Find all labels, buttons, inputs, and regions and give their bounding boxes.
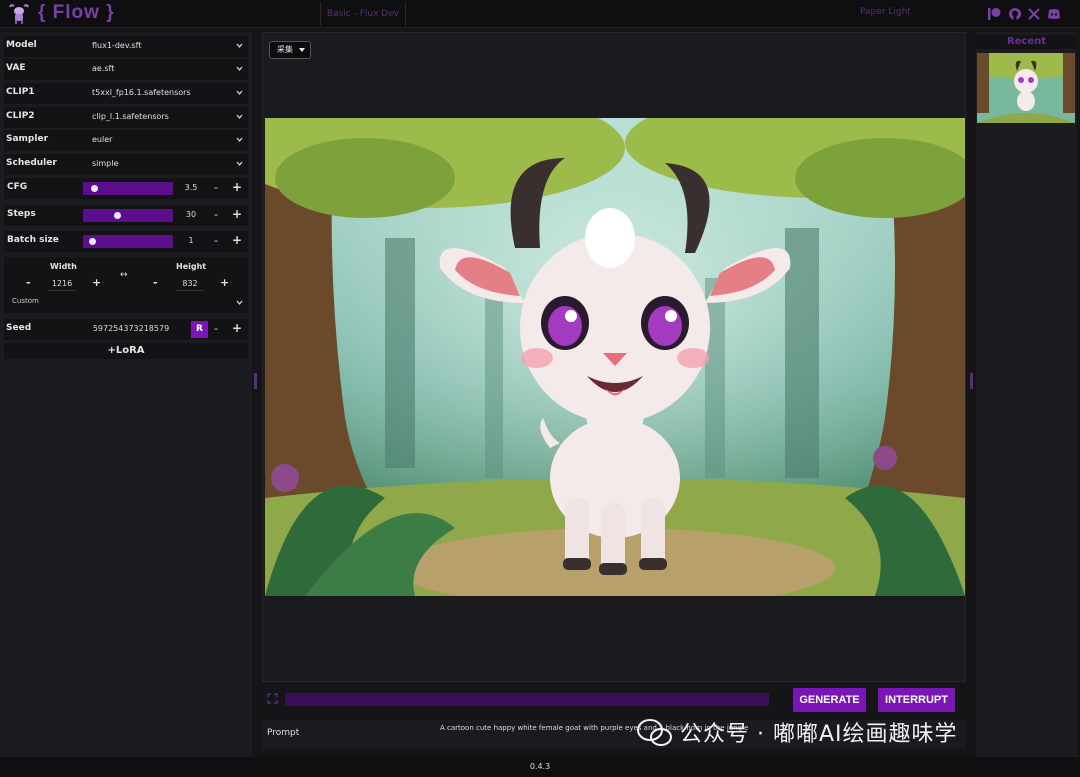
cfg-label: CFG xyxy=(7,182,28,192)
chevron-down-icon xyxy=(236,300,243,305)
steps-increment-button[interactable]: + xyxy=(232,207,242,221)
clip1-label: CLIP1 xyxy=(6,87,35,97)
x-icon[interactable] xyxy=(1027,7,1041,21)
model-select[interactable]: Model flux1-dev.sft xyxy=(4,36,248,57)
app-window: { Flow } Basic - Flux Dev Paper Light Mo… xyxy=(0,0,1080,777)
steps-decrement-button[interactable]: - xyxy=(214,208,218,221)
main-canvas: 采集 xyxy=(262,32,966,682)
patreon-icon[interactable] xyxy=(987,7,1001,21)
steps-slider[interactable] xyxy=(83,209,173,222)
cfg-slider-knob[interactable] xyxy=(91,185,99,192)
wechat-icon xyxy=(637,719,672,746)
recent-panel: Recent xyxy=(976,32,1077,757)
batch-label: Batch size xyxy=(7,235,59,245)
batch-increment-button[interactable]: + xyxy=(232,233,242,247)
dimensions-box: Width Height - 1216 + ↔ - 832 + Custom xyxy=(4,257,248,313)
recent-thumbnail[interactable] xyxy=(977,53,1075,123)
clip2-label: CLIP2 xyxy=(6,111,35,121)
prompt-label: Prompt xyxy=(267,728,300,738)
chevron-down-icon xyxy=(236,114,243,119)
sampler-value: euler xyxy=(92,135,113,144)
size-preset-select[interactable]: Custom xyxy=(12,297,39,305)
batch-row: Batch size 1 - + xyxy=(4,231,248,252)
model-label: Model xyxy=(6,40,37,50)
chevron-down-icon xyxy=(236,90,243,95)
height-increment-button[interactable]: + xyxy=(220,276,229,289)
footer: 0.4.3 xyxy=(0,757,1080,777)
cfg-row: CFG 3.5 - + xyxy=(4,178,248,199)
seed-input[interactable]: 597254373218579 xyxy=(76,324,186,333)
batch-slider-knob[interactable] xyxy=(88,238,96,245)
scheduler-label: Scheduler xyxy=(6,158,57,168)
chevron-down-icon xyxy=(236,43,243,48)
steps-value[interactable]: 30 xyxy=(174,210,208,219)
clip1-select[interactable]: CLIP1 t5xxl_fp16.1.safetensors xyxy=(4,83,248,104)
seed-increment-button[interactable]: + xyxy=(232,321,242,335)
workflow-dropdown[interactable]: 采集 xyxy=(269,41,311,59)
settings-panel: Model flux1-dev.sft VAE ae.sft CLIP1 t5x… xyxy=(0,32,252,757)
sampler-label: Sampler xyxy=(6,134,49,144)
batch-slider[interactable] xyxy=(83,235,173,248)
steps-label: Steps xyxy=(7,209,36,219)
chevron-down-icon xyxy=(236,161,243,166)
goat-logo-icon xyxy=(9,4,29,24)
height-decrement-button[interactable]: - xyxy=(153,276,158,289)
scheduler-select[interactable]: Scheduler simple xyxy=(4,154,248,175)
vae-label: VAE xyxy=(6,63,26,73)
steps-slider-knob[interactable] xyxy=(114,212,122,219)
fullscreen-icon[interactable] xyxy=(267,693,278,704)
height-label: Height xyxy=(176,262,207,271)
clip2-select[interactable]: CLIP2 clip_l.1.safetensors xyxy=(4,107,248,128)
theme-toggle[interactable]: Paper Light xyxy=(860,7,911,17)
height-input[interactable]: 832 xyxy=(176,279,204,291)
version-label: 0.4.3 xyxy=(529,762,551,771)
sampler-select[interactable]: Sampler euler xyxy=(4,130,248,151)
clip2-value: clip_l.1.safetensors xyxy=(92,112,169,121)
model-value: flux1-dev.sft xyxy=(92,41,142,50)
scheduler-value: simple xyxy=(92,159,119,168)
random-seed-button[interactable]: R xyxy=(191,321,208,338)
top-bar: { Flow } Basic - Flux Dev Paper Light xyxy=(0,0,1080,28)
swap-dimensions-icon[interactable]: ↔ xyxy=(120,270,128,280)
steps-row: Steps 30 - + xyxy=(4,205,248,226)
cfg-increment-button[interactable]: + xyxy=(232,180,242,194)
generated-image-preview[interactable] xyxy=(265,118,965,596)
left-resize-handle[interactable] xyxy=(254,373,257,389)
chevron-down-icon xyxy=(236,66,243,71)
generate-button[interactable]: GENERATE xyxy=(793,688,866,712)
discord-icon[interactable] xyxy=(1047,7,1061,21)
workflow-tab[interactable]: Basic - Flux Dev xyxy=(320,2,406,26)
width-input[interactable]: 1216 xyxy=(48,279,76,291)
workflow-dropdown-label: 采集 xyxy=(277,45,293,54)
cfg-value[interactable]: 3.5 xyxy=(174,183,208,192)
seed-decrement-button[interactable]: - xyxy=(214,322,218,335)
width-decrement-button[interactable]: - xyxy=(26,276,31,289)
progress-bar xyxy=(285,693,769,706)
app-logo-text: { Flow } xyxy=(38,2,115,23)
vae-select[interactable]: VAE ae.sft xyxy=(4,59,248,80)
width-label: Width xyxy=(50,262,77,271)
batch-value[interactable]: 1 xyxy=(174,236,208,245)
right-resize-handle[interactable] xyxy=(970,373,973,389)
seed-label: Seed xyxy=(6,323,32,333)
batch-decrement-button[interactable]: - xyxy=(214,234,218,247)
watermark-text: 公众号 · 嘟嘟AI绘画趣味学 xyxy=(680,722,958,747)
github-icon[interactable] xyxy=(1008,7,1022,21)
seed-row: Seed 597254373218579 R - + xyxy=(4,319,248,340)
chevron-down-icon xyxy=(236,137,243,142)
cfg-slider[interactable] xyxy=(83,182,173,195)
width-increment-button[interactable]: + xyxy=(92,276,101,289)
cfg-decrement-button[interactable]: - xyxy=(214,181,218,194)
caret-down-icon xyxy=(299,48,305,52)
recent-title: Recent xyxy=(976,35,1077,49)
add-lora-button[interactable]: +LoRA xyxy=(4,343,248,359)
vae-value: ae.sft xyxy=(92,64,115,73)
clip1-value: t5xxl_fp16.1.safetensors xyxy=(92,88,191,97)
interrupt-button[interactable]: INTERRUPT xyxy=(878,688,955,712)
